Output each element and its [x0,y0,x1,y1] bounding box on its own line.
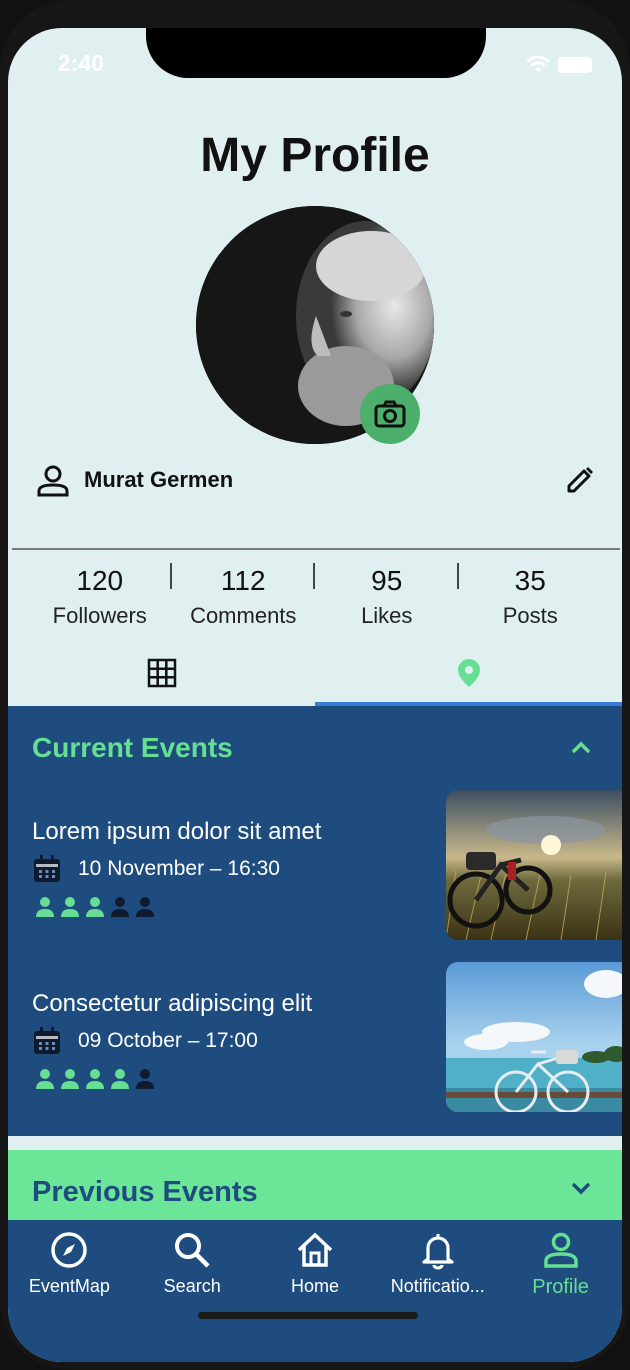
nav-search[interactable]: Search [131,1220,254,1362]
event-date: 09 October – 17:00 [78,1029,258,1052]
phone-frame: 2:40 My Profile Murat Germen 120 Followe… [0,0,630,1370]
search-icon [175,1233,210,1268]
stat-label: Comments [190,603,297,628]
attendees-icon [36,1069,154,1089]
event-card[interactable]: Consectetur adipiscing elit 09 October –… [32,962,622,1112]
event-photo [446,790,622,940]
edit-icon[interactable] [564,464,596,496]
nav-label: Notificatio... [390,1276,485,1296]
stat-label: Followers [52,603,147,628]
stat-value: 35 [514,565,546,596]
current-events-title: Current Events [32,732,233,763]
event-thumbnail[interactable] [446,962,622,1112]
previous-events-title: Previous Events [32,1176,258,1208]
chevron-up-icon[interactable] [570,740,592,754]
status-time: 2:40 [58,50,105,76]
stat-label: Likes [361,603,413,628]
location-pin-icon [457,659,480,687]
profile-name-row: Murat Germen [36,460,596,500]
chevron-down-icon[interactable] [570,1182,592,1196]
bell-icon [422,1234,454,1270]
person-icon [543,1232,578,1268]
status-icons [526,56,592,74]
divider [12,548,620,550]
previous-events-panel[interactable]: Previous Events [8,1150,622,1220]
event-date: 10 November – 16:30 [78,857,280,880]
current-events-panel: Current Events Lorem ipsum dolor sit ame… [8,706,622,1136]
battery-icon [558,57,592,73]
screen: 2:40 My Profile Murat Germen 120 Followe… [8,28,622,1362]
person-icon [37,465,69,497]
home-icon [297,1232,333,1267]
event-thumbnail[interactable] [446,790,622,940]
stat-comments[interactable]: 112 Comments [172,563,315,633]
compass-icon [51,1232,88,1268]
profile-name: Murat Germen [84,467,234,492]
event-title: Consectetur adipiscing elit [32,990,313,1017]
stat-value: 112 [220,565,266,596]
attendees-icon [36,897,154,917]
tab-events-map[interactable] [315,640,622,706]
profile-tabs [8,640,622,706]
nav-notifications[interactable]: Notificatio... [376,1220,499,1362]
nav-label: Home [290,1276,339,1296]
event-photo [446,962,622,1112]
nav-home[interactable]: Home [254,1220,377,1362]
event-date-row: 10 November – 16:30 [32,854,280,884]
calendar-icon [34,1027,60,1054]
attendee-indicator [34,1068,158,1090]
stat-label: Posts [502,603,558,628]
stat-value: 95 [371,565,403,596]
nav-label: Search [163,1276,221,1296]
wifi-icon [526,56,550,72]
event-title: Lorem ipsum dolor sit amet [32,818,322,845]
grid-icon [147,658,176,688]
stat-followers[interactable]: 120 Followers [28,563,172,633]
attendee-indicator [34,896,158,918]
stat-posts[interactable]: 35 Posts [459,563,603,633]
tab-grid[interactable] [8,640,315,706]
change-photo-button[interactable] [360,384,420,444]
event-card[interactable]: Lorem ipsum dolor sit amet 10 November –… [32,790,622,940]
stat-value: 120 [76,565,124,596]
camera-icon [374,400,406,428]
nav-profile[interactable]: Profile [499,1220,622,1362]
notch [146,28,486,78]
home-indicator[interactable] [198,1312,418,1319]
nav-label: Profile [532,1276,589,1298]
profile-stats: 120 Followers 112 Comments 95 Likes 35 P… [28,563,602,633]
page-title: My Profile [200,129,430,182]
nav-label: EventMap [28,1276,110,1296]
bottom-navigation: EventMap Search Home Notificatio... Prof… [8,1220,622,1362]
stat-likes[interactable]: 95 Likes [315,563,459,633]
nav-eventmap[interactable]: EventMap [8,1220,131,1362]
calendar-icon [34,855,60,882]
event-date-row: 09 October – 17:00 [32,1026,258,1056]
